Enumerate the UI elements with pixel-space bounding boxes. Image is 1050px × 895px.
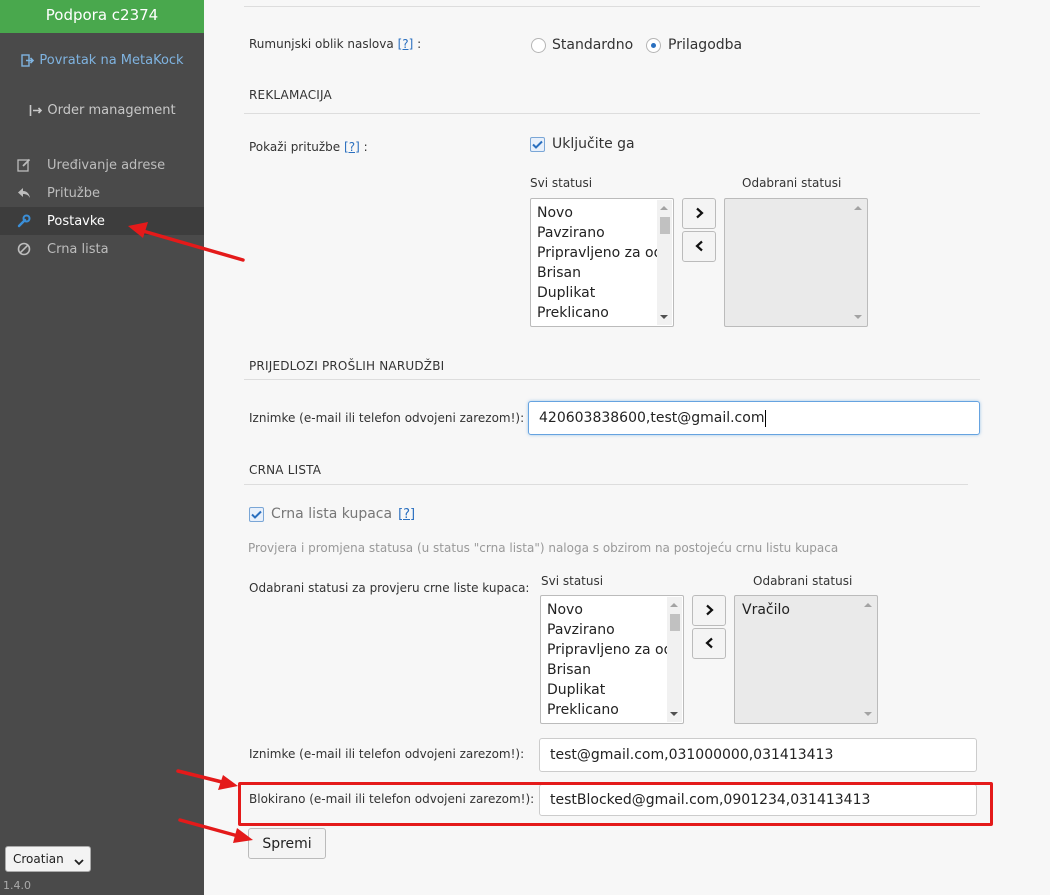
list-item[interactable]: Brisan [541, 660, 683, 680]
sidebar-item-blacklist[interactable]: Crna lista [0, 235, 204, 263]
address-format-label: Rumunjski oblik naslova [?] : [249, 37, 421, 51]
blacklist-section-title: CRNA LISTA [249, 463, 322, 477]
enable-complaints-label: Uključite ga [552, 136, 635, 152]
back-to-metakock-link[interactable]: Povratak na MetaKock [0, 50, 204, 70]
selected-statuses-heading: Odabrani statusi [742, 176, 842, 190]
blacklist-checkbox[interactable]: Crna lista kupaca [?] [249, 506, 415, 522]
divider [244, 379, 980, 380]
blacklist-exceptions-label: Iznimke (e-mail ili telefon odvojeni zar… [249, 747, 525, 761]
sidebar-item-label: Postavke [47, 213, 105, 229]
move-right-button[interactable] [692, 595, 726, 626]
chevron-left-icon [694, 238, 704, 256]
list-item[interactable]: Pripravljeno za od [541, 640, 683, 660]
save-button[interactable]: Spremi [248, 828, 326, 859]
radio-standard-input[interactable] [531, 37, 546, 53]
all-statuses-heading: Svi statusi [541, 574, 604, 588]
order-management-link[interactable]: Order management [0, 100, 204, 120]
radio-standard-label: Standardno [552, 37, 634, 53]
radio-custom-label: Prilagodba [668, 37, 743, 53]
selected-statuses-heading: Odabrani statusi [753, 574, 853, 588]
scrollbar[interactable] [657, 200, 672, 325]
sidebar-header: Podpora c2374 [0, 0, 204, 33]
blacklist-exceptions-input[interactable]: test@gmail.com,031000000,031413413 [539, 738, 977, 772]
list-item[interactable]: Preklicano [541, 700, 683, 720]
radio-custom-input[interactable] [646, 37, 661, 53]
list-item[interactable]: Novo [531, 203, 673, 223]
chevron-down-icon [74, 855, 84, 869]
sign-out-icon [20, 52, 36, 68]
edit-icon [16, 157, 32, 173]
blacklist-description: Provjera i promjena statusa (u status "c… [248, 541, 839, 555]
colon: : [363, 140, 368, 154]
divider [244, 6, 980, 7]
enable-complaints-checkbox[interactable]: Uključite ga [530, 136, 635, 152]
wrench-icon [16, 213, 32, 229]
blacklist-checkbox-label: Crna lista kupaca [271, 506, 393, 522]
address-format-text: Rumunjski oblik naslova [249, 37, 394, 51]
sidebar-menu: Uređivanje adrese Pritužbe Postavke Crna… [0, 151, 204, 263]
show-complaints-label: Pokaži pritužbe [?] : [249, 140, 368, 154]
complaints-section-title: REKLAMACIJA [249, 88, 332, 102]
check-icon[interactable] [249, 506, 264, 522]
annotation-highlight-box [238, 782, 993, 826]
move-right-button[interactable] [682, 198, 716, 229]
radio-standard[interactable]: Standardno [531, 37, 633, 53]
app-version: 1.4.0 [3, 879, 31, 892]
divider [244, 113, 980, 114]
sidebar: Podpora c2374 Povratak na MetaKock Order… [0, 0, 204, 895]
blacklist-help-link[interactable]: [?] [398, 507, 415, 522]
blacklist-selected-statuses-list[interactable]: Vračilo [734, 595, 878, 724]
language-select[interactable]: Croatian [5, 846, 91, 872]
suggestions-exceptions-label: Iznimke (e-mail ili telefon odvojeni zar… [249, 411, 525, 425]
radio-custom[interactable]: Prilagodba [646, 37, 742, 53]
sidebar-item-settings[interactable]: Postavke [0, 207, 204, 235]
check-icon[interactable] [530, 136, 545, 152]
settings-panel: Rumunjski oblik naslova [?] : Standardno… [204, 0, 1050, 895]
show-complaints-help-link[interactable]: [?] [344, 140, 360, 154]
list-item[interactable]: Brisan [531, 263, 673, 283]
complaints-selected-statuses-list[interactable] [724, 198, 868, 327]
complaints-all-statuses-list[interactable]: Novo Pavzirano Pripravljeno za od Brisan… [530, 198, 674, 327]
sidebar-item-label: Uređivanje adrese [47, 157, 166, 173]
text-cursor [765, 409, 767, 427]
move-left-button[interactable] [682, 231, 716, 262]
list-item[interactable]: Duplikat [541, 680, 683, 700]
list-item[interactable]: Pavzirano [541, 620, 683, 640]
suggestions-exceptions-input[interactable]: 420603838600,test@gmail.com [528, 401, 980, 435]
sidebar-item-address-edit[interactable]: Uređivanje adrese [0, 151, 204, 179]
sidebar-item-label: Pritužbe [47, 185, 100, 201]
chevron-left-icon [704, 635, 714, 653]
language-value: Croatian [13, 852, 64, 866]
list-item[interactable]: Duplikat [531, 283, 673, 303]
colon: : [417, 37, 422, 51]
suggestions-exceptions-value: 420603838600,test@gmail.com [539, 410, 765, 426]
divider [244, 484, 968, 485]
list-item[interactable]: Pavzirano [531, 223, 673, 243]
ban-icon [16, 241, 32, 257]
all-statuses-heading: Svi statusi [530, 176, 593, 190]
scrollbar[interactable] [851, 200, 866, 325]
reply-icon [16, 185, 32, 201]
show-complaints-text: Pokaži pritužbe [249, 140, 341, 154]
scrollbar[interactable] [667, 597, 682, 722]
suggestions-section-title: PRIJEDLOZI PROŠLIH NARUDŽBI [249, 359, 445, 373]
address-format-help-link[interactable]: [?] [398, 37, 414, 51]
scrollbar[interactable] [861, 597, 876, 722]
blacklist-statuses-label: Odabrani statusi za provjeru crne liste … [249, 581, 530, 595]
chevron-right-icon [695, 205, 704, 223]
account-name: Podpora c2374 [45, 5, 159, 24]
move-left-button[interactable] [692, 628, 726, 659]
chevron-right-icon [705, 602, 714, 620]
list-item[interactable]: Novo [541, 600, 683, 620]
sidebar-item-label: Crna lista [47, 241, 109, 257]
list-item[interactable]: Preklicano [531, 303, 673, 323]
sidebar-item-complaints[interactable]: Pritužbe [0, 179, 204, 207]
arrow-right-icon [28, 102, 44, 118]
list-item[interactable]: Vračilo [735, 600, 877, 620]
blacklist-all-statuses-list[interactable]: Novo Pavzirano Pripravljeno za od Brisan… [540, 595, 684, 724]
list-item[interactable]: Pripravljeno za od [531, 243, 673, 263]
blacklist-exceptions-value: test@gmail.com,031000000,031413413 [550, 747, 834, 763]
back-link-label: Povratak na MetaKock [39, 52, 184, 68]
order-management-label: Order management [47, 102, 176, 118]
